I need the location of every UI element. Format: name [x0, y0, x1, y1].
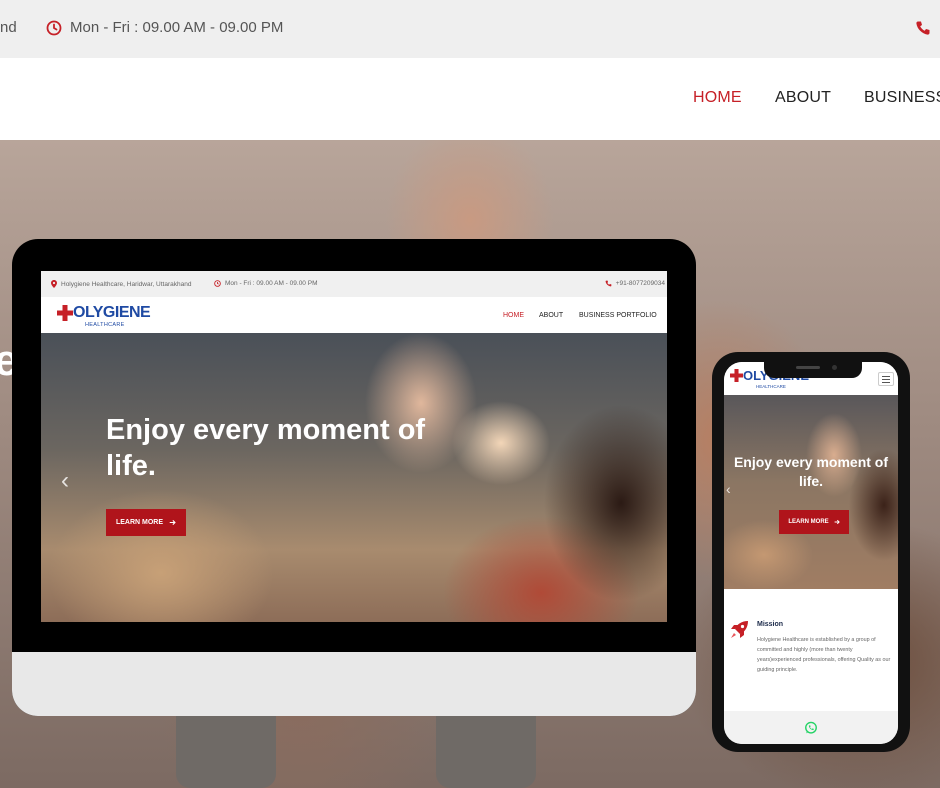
clock-icon [214, 280, 221, 287]
mobile-learn-more-button[interactable]: LEARN MORE [779, 510, 849, 534]
red-cross-logo-icon [57, 305, 73, 321]
phone-camera [832, 365, 837, 370]
mobile-logo-subtext: HEALTHCARE [756, 384, 786, 389]
monitor-stand-left [176, 716, 276, 788]
phone-icon [605, 280, 611, 287]
nav-home[interactable]: HOME [693, 89, 742, 107]
mission-section: Mission Holygiene Healthcare is establis… [724, 589, 898, 711]
chevron-left-icon[interactable]: ‹ [61, 467, 69, 495]
hamburger-menu-icon[interactable] [878, 372, 894, 386]
desktop-hero-headline: Enjoy every moment of life. [106, 414, 426, 482]
mobile-footer [724, 711, 898, 744]
desktop-nav-about[interactable]: ABOUT [539, 312, 563, 319]
desktop-nav-business-portfolio[interactable]: BUSINESS PORTFOLIO [579, 312, 657, 319]
monitor-stand-right [436, 716, 536, 788]
arrow-right-icon [834, 519, 840, 525]
nav-business[interactable]: BUSINESS [864, 89, 940, 107]
logo-text: OLYGIENE [73, 304, 151, 321]
arrow-right-icon [169, 520, 176, 525]
mobile-phone-mockup: OLYGIENE HEALTHCARE ‹ Enjoy every moment… [712, 352, 910, 752]
phone-notch [764, 360, 862, 378]
desktop-phone[interactable]: +91-8077209034 [605, 280, 665, 287]
clock-icon [46, 20, 62, 35]
desktop-nav-home[interactable]: HOME [503, 312, 524, 319]
nav-about[interactable]: ABOUT [775, 89, 831, 107]
desktop-hours: Mon - Fri : 09.00 AM - 09.00 PM [214, 280, 317, 287]
desktop-learn-more-button[interactable]: LEARN MORE [106, 509, 186, 536]
desktop-navbar: OLYGIENE HEALTHCARE HOME ABOUT BUSINESS … [41, 297, 667, 333]
mobile-hero-headline: Enjoy every moment of life. [733, 454, 889, 489]
desktop-hours-text: Mon - Fri : 09.00 AM - 09.00 PM [225, 280, 318, 287]
topbar-hours-text: Mon - Fri : 09.00 AM - 09.00 PM [70, 19, 284, 36]
logo-subtext: HEALTHCARE [85, 322, 125, 328]
red-cross-logo-icon [730, 369, 743, 382]
whatsapp-icon[interactable] [804, 721, 818, 735]
mobile-screen: OLYGIENE HEALTHCARE ‹ Enjoy every moment… [724, 362, 898, 744]
topbar-address-fragment: nd [0, 19, 17, 36]
main-navbar: HOME ABOUT BUSINESS [0, 58, 940, 140]
desktop-hero-slide: ‹ Enjoy every moment of life. LEARN MORE [41, 333, 667, 622]
desktop-logo[interactable]: OLYGIENE HEALTHCARE [57, 304, 151, 328]
mobile-learn-more-label: LEARN MORE [788, 519, 829, 525]
desktop-phone-text: +91-8077209034 [615, 280, 665, 287]
rocket-icon [731, 621, 748, 638]
phone-icon[interactable] [915, 20, 931, 36]
desktop-monitor-mockup: Holygiene Healthcare, Haridwar, Uttarakh… [12, 239, 696, 716]
topbar-hours: Mon - Fri : 09.00 AM - 09.00 PM [46, 19, 283, 36]
learn-more-label: LEARN MORE [115, 519, 164, 526]
desktop-address-text: Holygiene Healthcare, Haridwar, Uttarakh… [61, 280, 192, 288]
desktop-address: Holygiene Healthcare, Haridwar, Uttarakh… [51, 280, 191, 288]
monitor-chin [12, 652, 696, 716]
phone-speaker [796, 366, 820, 369]
desktop-topbar: Holygiene Healthcare, Haridwar, Uttarakh… [41, 271, 667, 297]
mobile-hero-slide: ‹ Enjoy every moment of life. LEARN MORE [724, 395, 898, 589]
mission-title: Mission [757, 621, 784, 628]
top-info-bar: nd Mon - Fri : 09.00 AM - 09.00 PM [0, 0, 940, 58]
desktop-screen: Holygiene Healthcare, Haridwar, Uttarakh… [41, 271, 667, 622]
mission-text: Holygiene Healthcare is established by a… [757, 637, 891, 673]
location-pin-icon [51, 280, 57, 288]
